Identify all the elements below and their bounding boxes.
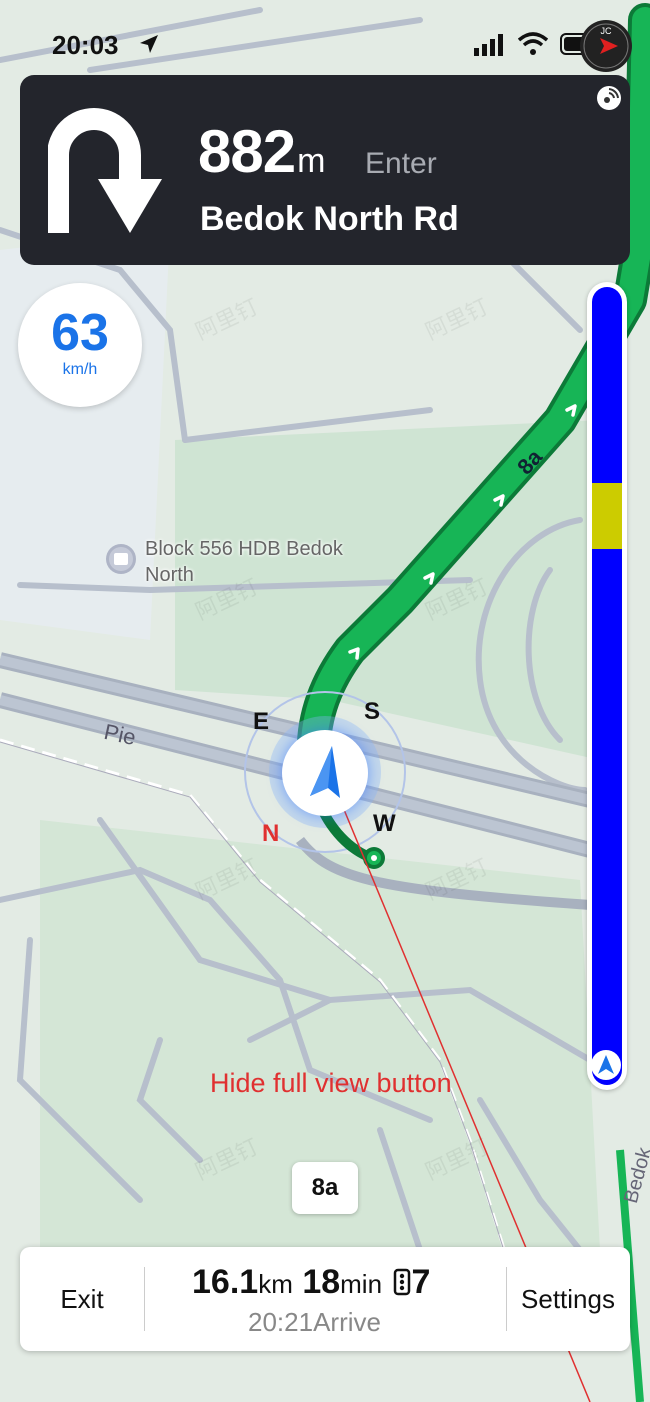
route-badge-8a: 8a [292, 1162, 358, 1214]
annotation-text: Hide full view button [210, 1068, 452, 1098]
arrival-time: 20:21Arrive [248, 1307, 381, 1337]
exit-button[interactable]: Exit [20, 1247, 144, 1351]
divider [144, 1267, 145, 1331]
maneuver-action: Enter [365, 147, 437, 180]
distance-to-turn: 882m [198, 117, 325, 186]
status-time: 20:03 [52, 30, 119, 60]
compass-north: N [262, 820, 280, 847]
trip-duration: 18 [302, 1263, 341, 1301]
navigation-arrow-icon [310, 746, 340, 798]
traffic-light-icon [393, 1268, 410, 1296]
compass-south: S [364, 698, 381, 725]
distance-value: 882 [198, 118, 296, 185]
trip-distance: 16.1 [192, 1263, 259, 1301]
svg-text:JC: JC [601, 26, 613, 36]
road-name: Bedok North Rd [200, 200, 459, 238]
trip-summary-bar: Exit 16.1km 18min 7 20:21Arrive Settings [20, 1247, 630, 1351]
poi-label-block-556[interactable]: Block 556 HDB Bedok North [145, 536, 385, 588]
compass-west: W [373, 810, 396, 837]
speed-unit: km/h [62, 361, 98, 378]
settings-button[interactable]: Settings [506, 1247, 630, 1351]
compass-east: E [253, 708, 270, 735]
wifi-icon [518, 32, 548, 55]
traffic-segment-slow [592, 483, 622, 549]
trip-duration-unit: min [340, 1269, 383, 1299]
route-progress-track [592, 287, 622, 1085]
current-location-marker[interactable] [282, 730, 368, 816]
location-arrow-icon [140, 35, 158, 53]
route-progress-bar[interactable] [587, 282, 627, 1090]
trip-distance-unit: km [258, 1269, 293, 1299]
speed-value: 63 [51, 304, 109, 362]
progress-position-icon [591, 1050, 621, 1080]
cellular-signal-icon [474, 34, 503, 56]
trip-stats: 16.1km 18min 7 [192, 1263, 430, 1302]
traffic-light-count: 7 [411, 1263, 431, 1301]
distance-unit: m [297, 142, 325, 180]
navigation-instruction-card: 882m Enter Bedok North Rd [20, 75, 630, 265]
u-turn-icon [48, 108, 162, 233]
speed-indicator: 63 km/h [18, 283, 142, 407]
status-bar: 20:03 JC [0, 0, 650, 72]
compass-icon[interactable]: JC [578, 18, 634, 74]
satellite-signal-icon [597, 86, 621, 110]
